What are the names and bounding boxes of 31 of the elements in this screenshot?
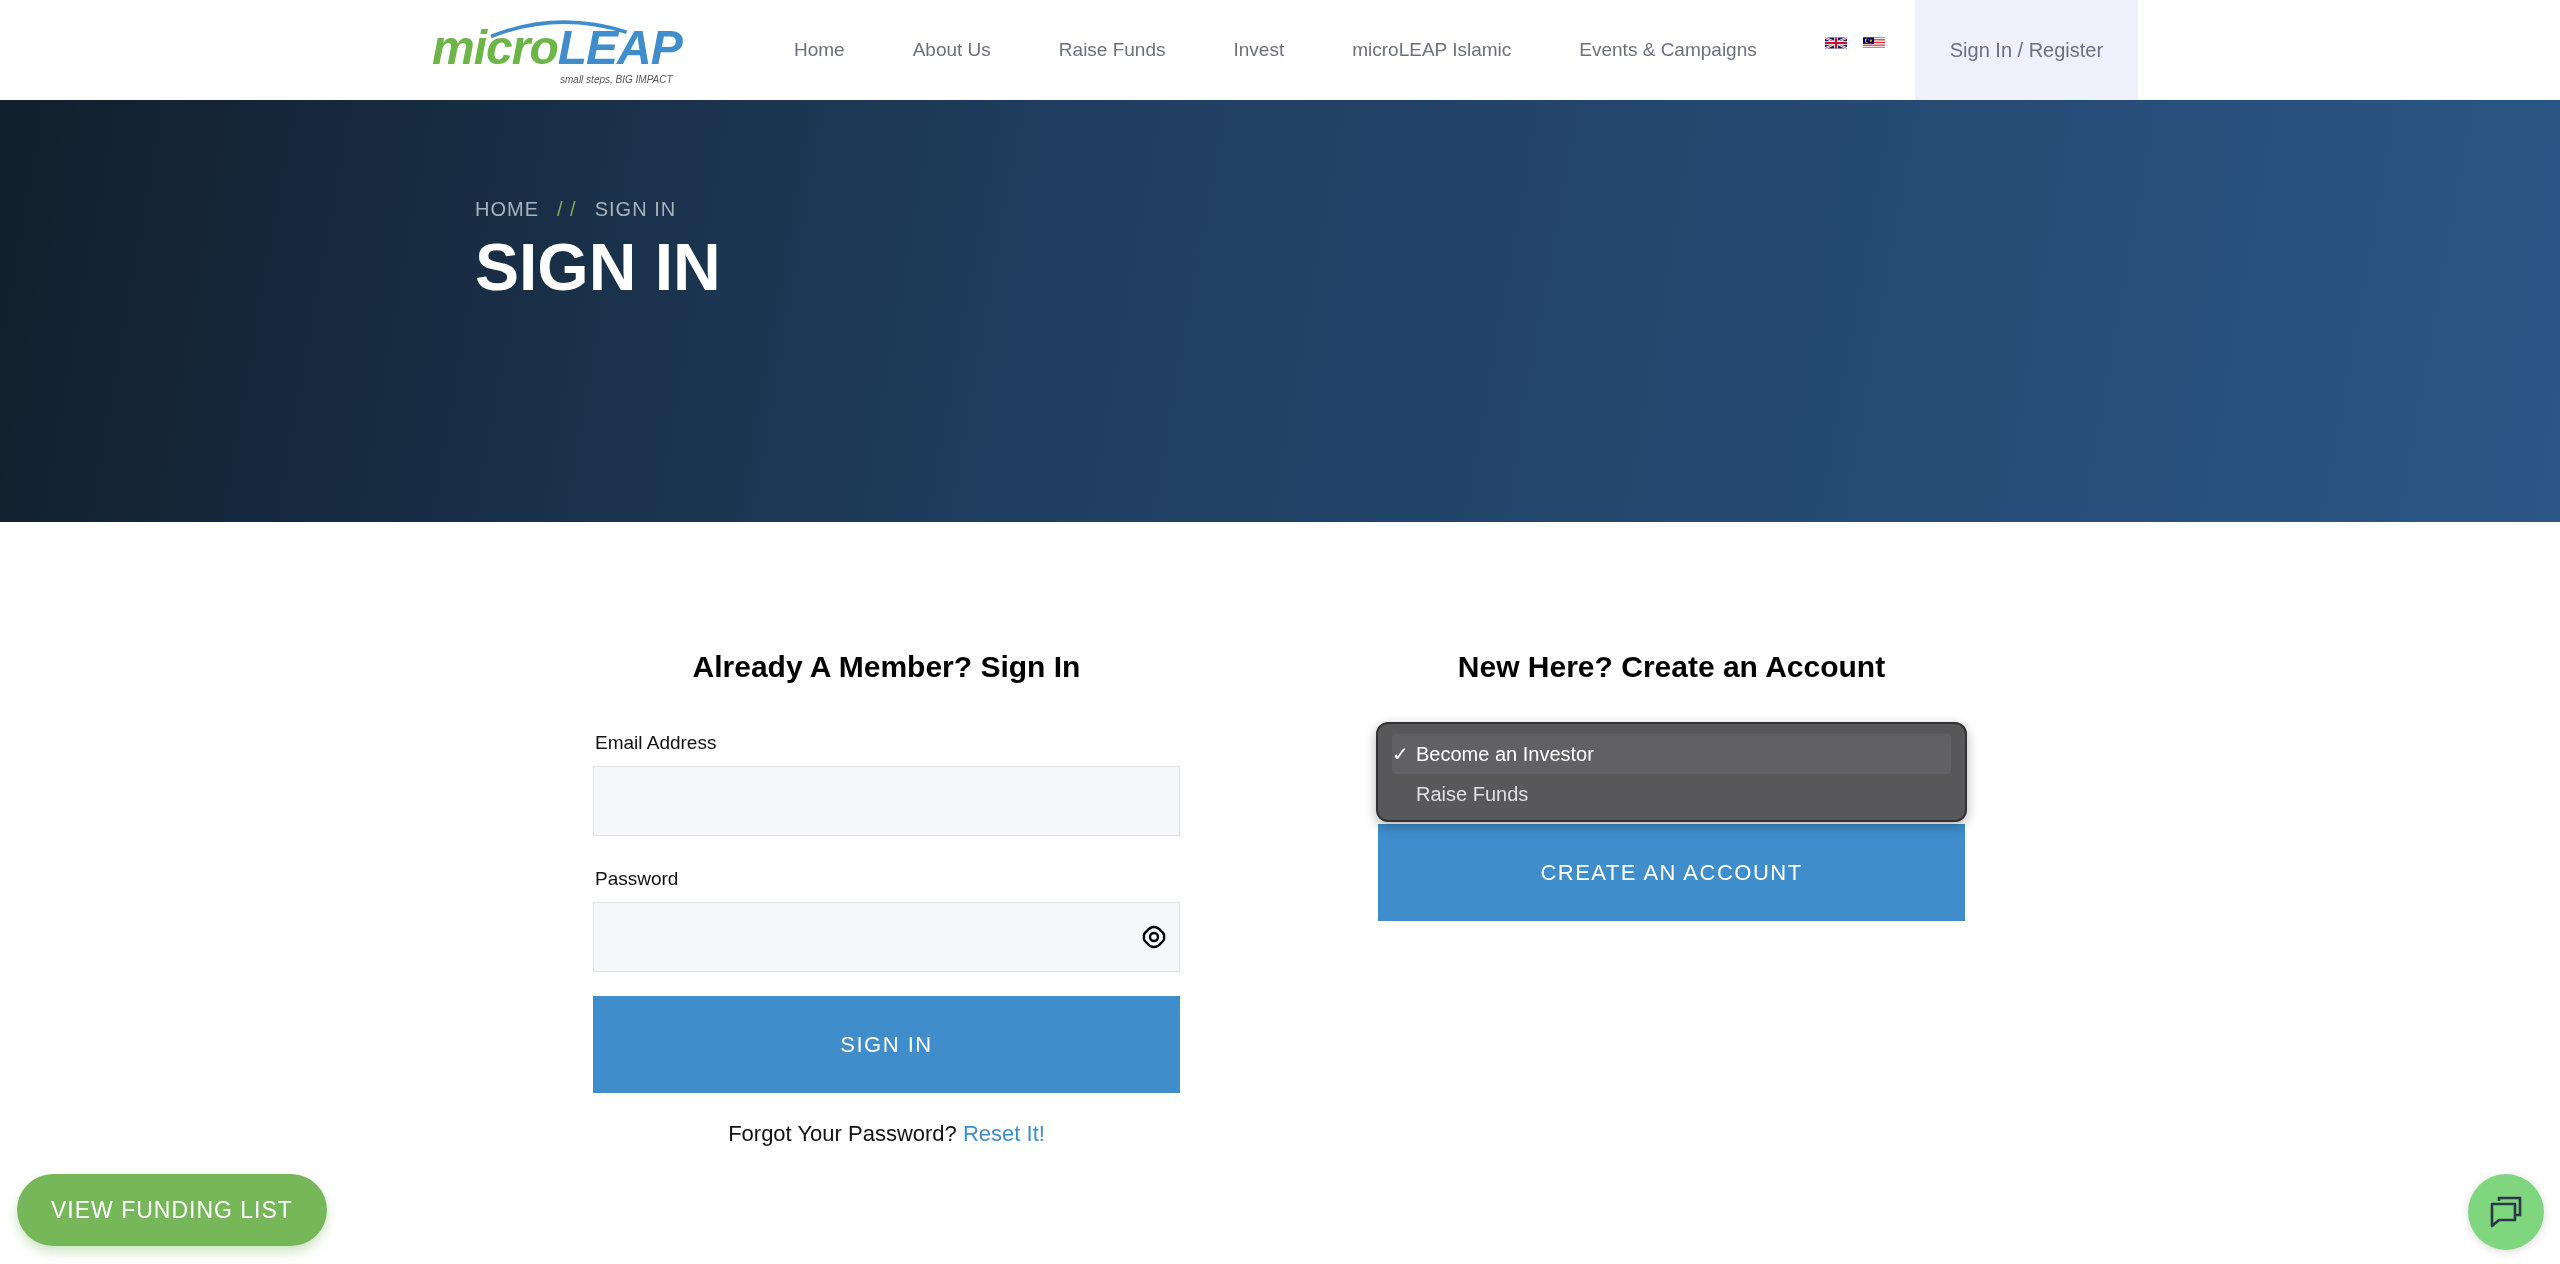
breadcrumb-link[interactable]: HOME xyxy=(475,198,539,221)
chat-button[interactable] xyxy=(2468,1174,2544,1250)
section-heading: New Here? Create an Account xyxy=(1456,650,1887,684)
breadcrumb-separator: / / xyxy=(557,198,577,221)
password-field[interactable] xyxy=(593,902,1180,972)
eye-icon[interactable] xyxy=(1141,924,1167,950)
uk-flag-icon[interactable] xyxy=(1824,36,1847,50)
create-account-button[interactable]: CREATE AN ACCOUNT xyxy=(1378,824,1965,921)
malaysia-flag-icon[interactable] xyxy=(1862,36,1885,50)
nav-link[interactable]: About Us xyxy=(912,39,991,61)
reset-link[interactable]: Reset It! xyxy=(962,1121,1045,1146)
section-heading: Already A Member? Sign In xyxy=(691,650,1082,684)
email-field[interactable] xyxy=(593,766,1180,836)
chat-icon xyxy=(2489,1195,2523,1229)
sign-in-register-link[interactable]: Sign In / Register xyxy=(1914,0,2139,100)
logo[interactable]: microLEAP xyxy=(432,23,688,72)
check-mark: ✓ xyxy=(1392,742,1410,766)
nav-link[interactable]: Raise Funds xyxy=(1058,39,1166,61)
field-label: Email Address xyxy=(595,732,718,754)
logo-tagline: small steps, BIG IMPACT xyxy=(560,73,673,85)
nav-link[interactable]: Invest xyxy=(1233,39,1285,61)
nav-link[interactable]: Events & Campaigns xyxy=(1579,39,1757,61)
breadcrumb-current: SIGN IN xyxy=(594,198,677,221)
dropdown-option[interactable]: Become an Investor xyxy=(1416,742,1594,766)
dropdown-option[interactable]: Raise Funds xyxy=(1416,782,1529,806)
page-title: SIGN IN xyxy=(475,229,722,305)
nav-link[interactable]: Home xyxy=(794,39,845,61)
field-label: Password xyxy=(595,868,680,890)
forgot-password-text: Forgot Your Password? xyxy=(728,1121,957,1146)
sign-in-button[interactable]: SIGN IN xyxy=(593,996,1180,1093)
nav-link[interactable]: microLEAP Islamic xyxy=(1352,39,1512,61)
